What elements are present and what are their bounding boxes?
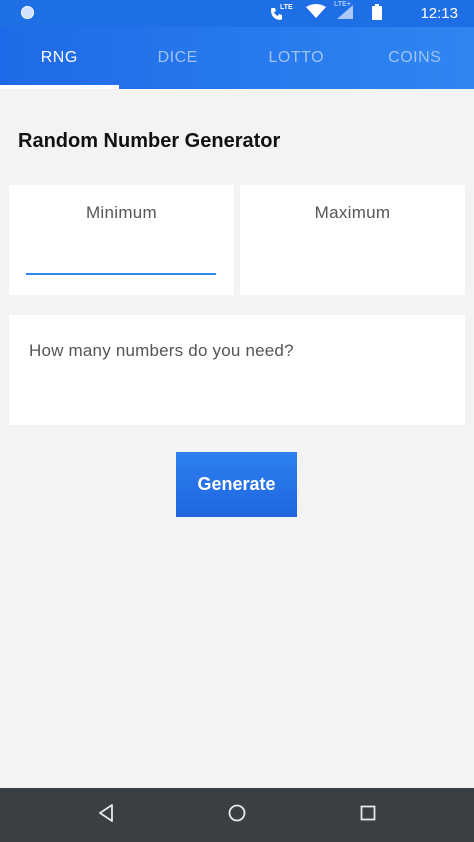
generate-button[interactable]: Generate — [176, 452, 297, 517]
battery-icon — [372, 3, 382, 25]
tab-coins[interactable]: COINS — [356, 27, 474, 89]
minimum-label: Minimum — [85, 203, 158, 222]
maximum-input[interactable] — [257, 233, 451, 275]
recents-icon — [360, 805, 376, 826]
back-button[interactable] — [76, 788, 136, 842]
count-input[interactable] — [27, 335, 451, 367]
wifi-icon — [306, 4, 326, 24]
tab-bar: RNG DICE LOTTO COINS — [0, 27, 474, 89]
status-icons: LTE LTE+ — [270, 0, 382, 25]
maximum-label: Maximum — [314, 203, 391, 222]
status-bar: LTE LTE+ 12:13 — [0, 0, 474, 27]
tab-lotto[interactable]: LOTTO — [237, 27, 356, 89]
navigation-bar — [0, 788, 474, 842]
home-button[interactable] — [207, 788, 267, 842]
tab-rng[interactable]: RNG — [0, 27, 119, 89]
recents-button[interactable] — [338, 788, 398, 842]
lte-label: LTE — [280, 4, 293, 11]
maximum-card: Maximum — [240, 185, 465, 295]
home-icon — [228, 804, 246, 827]
signal-icon: LTE+ — [334, 0, 358, 25]
status-time: 12:13 — [420, 5, 458, 22]
count-card — [9, 315, 465, 425]
back-icon — [98, 803, 114, 827]
notification-dot-icon — [21, 6, 34, 19]
phone-lte-icon: LTE — [270, 4, 293, 21]
lte-plus-label: LTE+ — [334, 0, 351, 8]
page-title: Random Number Generator — [18, 130, 281, 152]
minimum-card: Minimum — [9, 185, 234, 295]
minimum-input-underline — [26, 273, 216, 275]
tab-dice[interactable]: DICE — [119, 27, 238, 89]
minimum-input[interactable] — [26, 233, 220, 275]
